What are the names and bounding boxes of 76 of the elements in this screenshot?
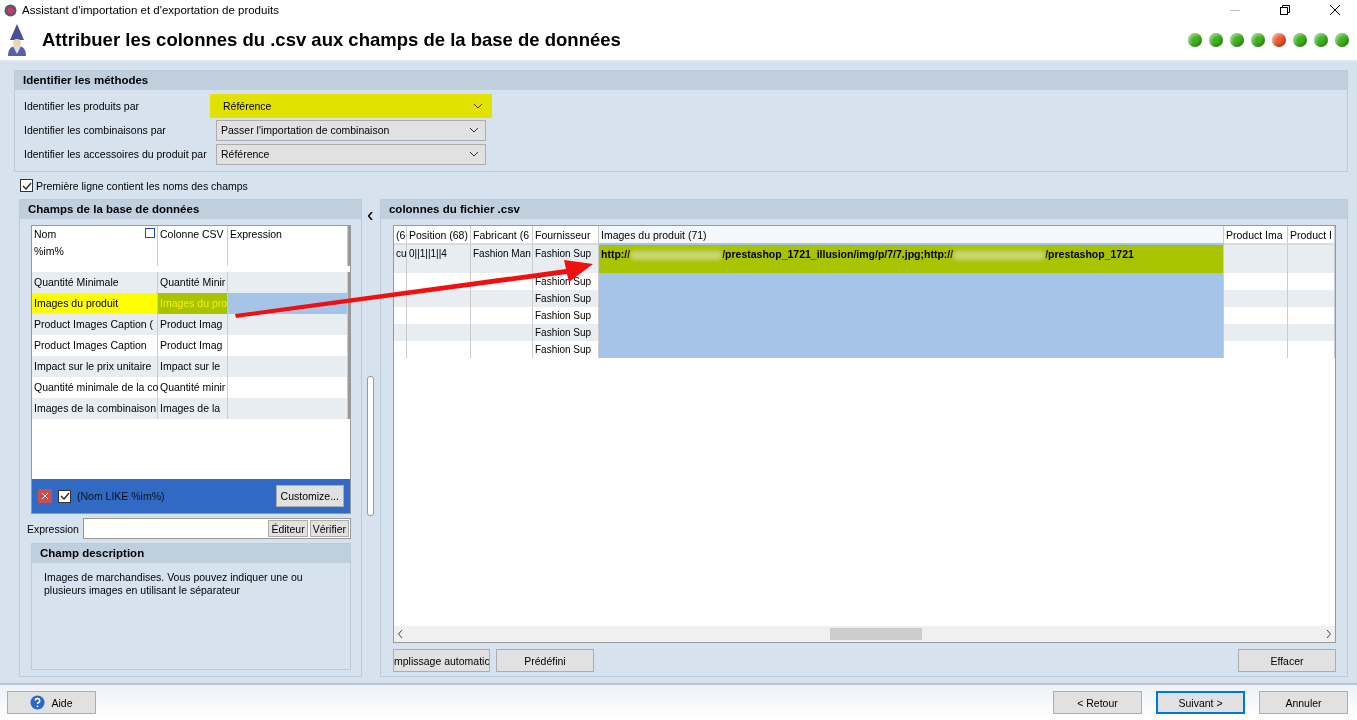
column-header[interactable]: Nom: [34, 228, 155, 240]
scroll-left-icon[interactable]: [397, 630, 403, 638]
scroll-right-icon[interactable]: [1326, 630, 1331, 638]
horizontal-scrollbar[interactable]: [393, 626, 1335, 642]
table-cell[interactable]: Images de la combinaison: [32, 398, 158, 419]
column-header[interactable]: Position (68): [406, 226, 471, 245]
autofill-button[interactable]: mplissage automatic: [392, 649, 490, 672]
table-cell[interactable]: Fashion Sup: [532, 324, 599, 341]
collapse-icon[interactable]: [368, 211, 374, 220]
panel-title: Champ description: [32, 544, 350, 563]
table-cell[interactable]: Impact sur le prix unitaire: [32, 356, 158, 377]
dropdown[interactable]: Référence: [210, 94, 492, 118]
help-button[interactable]: Aide: [7, 691, 96, 714]
table-cell[interactable]: 0||1||1||4: [406, 245, 471, 273]
help-icon: [30, 695, 46, 710]
table-cell[interactable]: Product Images Caption (: [32, 314, 158, 335]
column-header[interactable]: Colonne CSV: [160, 228, 225, 240]
panel-title: Identifier les méthodes: [15, 71, 1347, 90]
table-cell[interactable]: Images de la: [158, 398, 228, 419]
footer-button[interactable]: Suivant >: [1156, 691, 1245, 714]
preset-button[interactable]: Prédéfini: [495, 649, 594, 672]
table-row[interactable]: Fashion Sup: [393, 324, 1335, 341]
column-header[interactable]: (6: [393, 226, 407, 245]
table-row[interactable]: Images de la combinaison Images de la: [32, 398, 350, 419]
table-cell[interactable]: cu: [393, 245, 407, 273]
customize-button[interactable]: Customize...: [275, 485, 344, 507]
column-header[interactable]: Fabricant (6: [470, 226, 533, 245]
clear-filter-icon[interactable]: [38, 489, 52, 503]
expression-field[interactable]: Éditeur Vérifier: [82, 518, 351, 539]
filter-text: (Nom LIKE %im%): [77, 490, 166, 502]
table-cell[interactable]: Fashion Sup: [532, 341, 599, 358]
chevron-down-icon: [473, 103, 483, 109]
column-header[interactable]: Fournisseur: [532, 226, 599, 245]
dropdown[interactable]: Référence: [216, 143, 486, 165]
chevron-down-icon: [469, 127, 479, 133]
column-header[interactable]: Product I: [1287, 226, 1335, 245]
wizard-icon: [6, 24, 28, 56]
table-row[interactable]: Fashion Sup: [393, 290, 1335, 307]
restore-icon[interactable]: [1279, 5, 1290, 15]
table-row[interactable]: cu 0||1||1||4 Fashion Man Fashion Sup http:// /prestashop_1721_illusion/img/p/7/7.jpg;http:// /prestashop_1721: [393, 245, 1335, 273]
field-label: Identifier les produits par: [24, 100, 140, 112]
chevron-down-icon: [469, 151, 479, 157]
footer-button[interactable]: < Retour: [1053, 691, 1142, 714]
field-button[interactable]: Vérifier: [309, 520, 349, 537]
field-label: Identifier les accessoires du produit par: [24, 148, 208, 160]
table-row[interactable]: Product Images Caption ( Product Imag: [32, 314, 350, 335]
table-cell[interactable]: Fashion Man: [470, 245, 533, 273]
field-button[interactable]: Éditeur: [268, 520, 308, 537]
column-header[interactable]: Product Ima: [1223, 226, 1288, 245]
field-label: Identifier les combinaisons par: [24, 124, 167, 136]
filter-icon[interactable]: [145, 228, 155, 238]
field-label: Expression: [27, 522, 79, 535]
dropdown[interactable]: Passer l'importation de combinaison: [216, 119, 486, 141]
panel-title: colonnes du fichier .csv: [380, 200, 1347, 219]
column-header[interactable]: Expression: [230, 228, 345, 240]
checkbox[interactable]: [58, 489, 71, 503]
description-text: Images de marchandises. Vous pouvez indiquer une ou plusieurs images en utilisant le séparateur: [43, 570, 304, 598]
table-cell[interactable]: http:// /prestashop_1721_illusion/img/p/7/7.jpg;http:// /prestashop_1721: [598, 245, 1224, 273]
scrollbar-thumb[interactable]: [367, 375, 375, 516]
table-row[interactable]: Impact sur le prix unitaire Impact sur le: [32, 356, 350, 377]
table-cell[interactable]: Product Imag: [158, 314, 228, 335]
table-cell[interactable]: Images du produit: [32, 293, 158, 314]
column-header[interactable]: Images du produit (71): [598, 226, 1224, 245]
table-cell[interactable]: Fashion Sup: [532, 290, 599, 307]
table-row[interactable]: Quantité Minimale Quantité Minir: [32, 272, 350, 293]
panel-title: Champs de la base de données: [20, 200, 361, 219]
table-cell[interactable]: Impact sur le: [158, 356, 228, 377]
checkbox-label: Première ligne contient les noms des champs: [36, 179, 248, 192]
close-icon[interactable]: [1329, 5, 1340, 15]
footer-button[interactable]: Annuler: [1259, 691, 1348, 714]
clear-button[interactable]: Effacer: [1238, 649, 1336, 672]
filter-value[interactable]: %im%: [34, 245, 155, 257]
page-heading: Attribuer les colonnes du .csv aux champs de la base de données: [42, 29, 622, 51]
app-icon: [4, 3, 17, 17]
window-title: Assistant d'importation et d'exportation de produits: [22, 4, 280, 16]
checkbox[interactable]: [20, 179, 33, 192]
